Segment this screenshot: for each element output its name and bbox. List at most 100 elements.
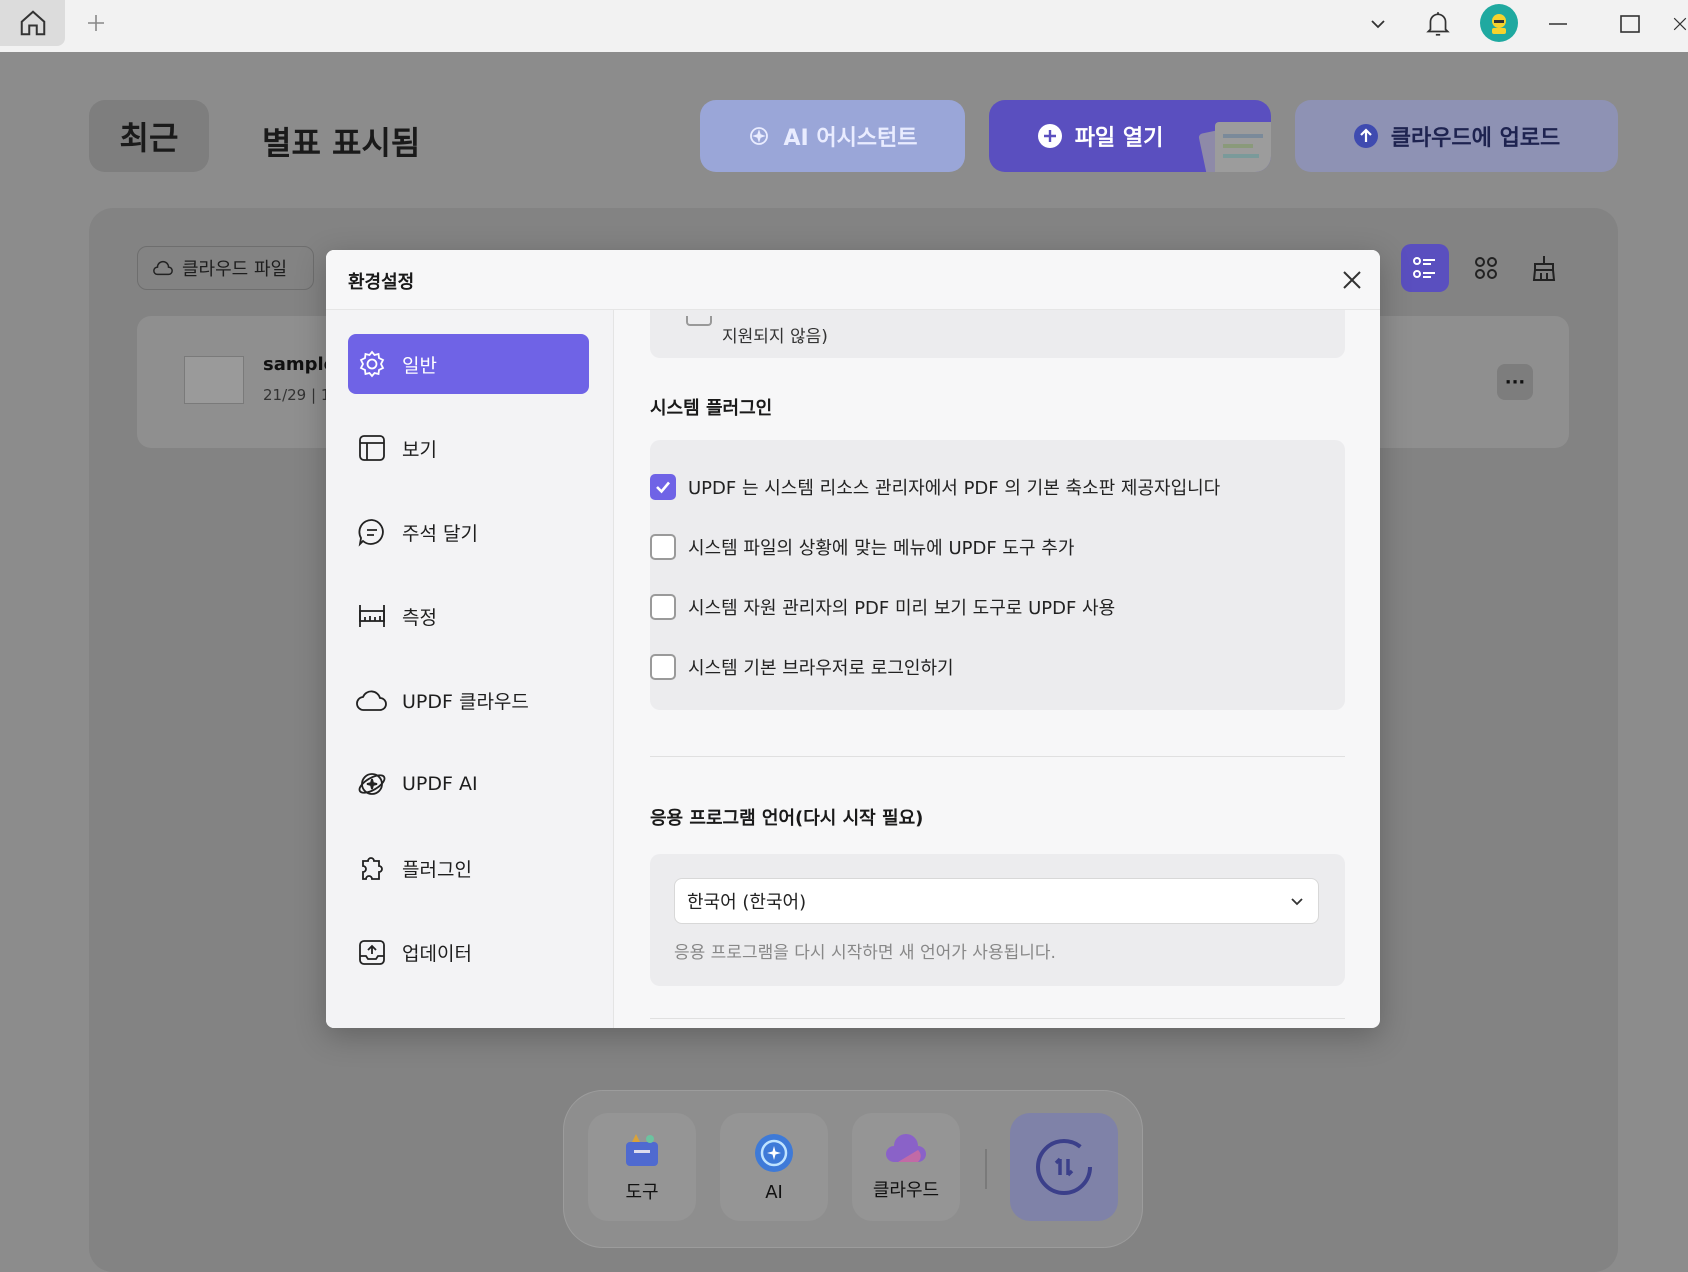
avatar[interactable]: [1480, 4, 1518, 42]
plugin-option-label: 시스템 기본 브라우저로 로그인하기: [688, 658, 954, 679]
preferences-sidebar: 일반 보기 주석 달기 측정 UPDF 클라우드 UPDF AI 플러그인 업데…: [326, 310, 614, 1028]
sidebar-item-updf-cloud[interactable]: UPDF 클라우드: [348, 670, 589, 730]
sidebar-item-label: 일반: [402, 354, 437, 377]
ai-icon: [750, 127, 769, 145]
plugin-option-preview[interactable]: 시스템 자원 관리자의 PDF 미리 보기 도구로 UPDF 사용: [650, 594, 1115, 620]
title-bar: [0, 0, 1688, 52]
dock-tools-button[interactable]: 도구: [588, 1113, 696, 1221]
checkbox-unchecked[interactable]: [650, 654, 676, 680]
dialog-header: 환경설정: [326, 250, 1380, 310]
sidebar-item-label: 플러그인: [402, 858, 472, 881]
section-divider: [650, 1018, 1345, 1019]
grid-view-button[interactable]: [1462, 244, 1510, 292]
plus-icon: [88, 15, 104, 31]
sidebar-item-updater[interactable]: 업데이터: [348, 922, 589, 982]
sidebar-item-label: 측정: [402, 606, 437, 629]
sidebar-item-label: UPDF 클라우드: [402, 690, 529, 713]
checkmark-icon: [656, 481, 670, 494]
dock-cloud-label: 클라우드: [872, 1180, 940, 1201]
dock-ai-button[interactable]: AI: [720, 1113, 828, 1221]
language-section-title: 응용 프로그램 언어(다시 시작 필요): [650, 808, 924, 829]
checkbox-unchecked[interactable]: [650, 534, 676, 560]
upload-cloud-label: 클라우드에 업로드: [1390, 126, 1561, 151]
add-tab-button[interactable]: [84, 9, 108, 37]
cloud-color-icon: [886, 1134, 926, 1162]
sidebar-item-label: 보기: [402, 438, 437, 461]
tabs-dropdown-button[interactable]: [1362, 8, 1394, 40]
gear-icon: [359, 350, 385, 378]
clean-history-button[interactable]: [1520, 244, 1568, 292]
nav-starred-tab[interactable]: 별표 표시됨: [262, 118, 420, 164]
maximize-icon: [1620, 15, 1640, 33]
chevron-down-icon: [1371, 20, 1385, 29]
preferences-dialog: 환경설정 일반 보기 주석 달기 측정 UPDF 클라우드 UPDF AI 플러…: [326, 250, 1380, 1028]
avatar-icon: [1492, 14, 1506, 34]
ruler-icon: [359, 605, 385, 627]
dock-ai-label: AI: [765, 1181, 783, 1203]
language-box: 한국어 (한국어) 응용 프로그램을 다시 시작하면 새 언어가 사용됩니다.: [650, 854, 1345, 986]
sidebar-item-view[interactable]: 보기: [348, 418, 589, 478]
sidebar-item-label: 업데이터: [402, 942, 472, 965]
ai-assistant-label: AI 어시스턴트: [783, 126, 918, 151]
ai-icon: [358, 773, 386, 795]
checkbox-checked[interactable]: [650, 474, 676, 500]
convert-icon: [1036, 1139, 1092, 1195]
comment-icon: [358, 519, 384, 547]
sidebar-item-label: UPDF AI: [402, 773, 478, 795]
more-icon: ···: [1504, 371, 1526, 393]
language-select-value: 한국어 (한국어): [687, 892, 807, 913]
cloud-files-label: 클라우드 파일: [182, 259, 288, 280]
document-stack-icon: [1198, 122, 1271, 172]
bell-icon: [1426, 12, 1450, 36]
sidebar-item-general[interactable]: 일반: [348, 334, 589, 394]
language-hint: 응용 프로그램을 다시 시작하면 새 언어가 사용됩니다.: [674, 943, 1056, 963]
preferences-content: 지원되지 않음) 시스템 플러그인 UPDF 는 시스템 리소스 관리자에서 P…: [614, 310, 1380, 1028]
cloud-icon: [153, 260, 173, 276]
update-icon: [359, 940, 385, 965]
dialog-close-button[interactable]: [1338, 266, 1366, 294]
ai-assistant-button[interactable]: AI 어시스턴트: [700, 100, 965, 172]
home-icon: [20, 10, 45, 36]
dock-cloud-button[interactable]: 클라우드: [852, 1113, 960, 1221]
list-view-button[interactable]: [1401, 244, 1449, 292]
dock-separator: [985, 1149, 987, 1189]
close-icon: [1343, 271, 1361, 289]
sidebar-item-plugins[interactable]: 플러그인: [348, 838, 589, 898]
cut-off-checkbox[interactable]: [686, 316, 712, 326]
plugin-option-browser-login[interactable]: 시스템 기본 브라우저로 로그인하기: [650, 654, 954, 680]
minimize-button[interactable]: [1542, 8, 1574, 40]
sidebar-item-updf-ai[interactable]: UPDF AI: [348, 754, 589, 814]
chevron-down-icon: [1291, 898, 1303, 906]
file-meta: 21/29 | 1: [263, 386, 331, 404]
upload-cloud-button[interactable]: 클라우드에 업로드: [1295, 100, 1618, 172]
close-window-button[interactable]: [1672, 8, 1688, 40]
plugin-option-context-menu[interactable]: 시스템 파일의 상황에 맞는 메뉴에 UPDF 도구 추가: [650, 534, 1074, 560]
close-icon: [1673, 17, 1687, 31]
nav-recent-tab[interactable]: 최근: [89, 100, 209, 172]
dock-convert-button[interactable]: [1010, 1113, 1118, 1221]
toolbox-icon: [626, 1134, 658, 1166]
plugin-option-label: 시스템 자원 관리자의 PDF 미리 보기 도구로 UPDF 사용: [688, 598, 1116, 619]
file-more-button[interactable]: ···: [1497, 364, 1533, 400]
layout-icon: [359, 435, 385, 461]
home-tab[interactable]: [0, 0, 65, 46]
open-file-button[interactable]: 파일 열기: [989, 100, 1271, 172]
grid-icon: [1475, 257, 1497, 279]
sidebar-item-measure[interactable]: 측정: [348, 586, 589, 646]
sidebar-item-comment[interactable]: 주석 달기: [348, 502, 589, 562]
file-name: sample: [263, 354, 336, 375]
language-select[interactable]: 한국어 (한국어): [674, 878, 1319, 924]
bottom-dock: 도구 AI 클라우드: [563, 1090, 1143, 1248]
broom-icon: [1532, 256, 1556, 281]
cloud-icon: [356, 690, 387, 711]
minimize-icon: [1549, 23, 1567, 25]
file-thumbnail: [184, 356, 244, 404]
previous-section-box: 지원되지 않음): [650, 310, 1345, 358]
notifications-button[interactable]: [1422, 8, 1454, 40]
maximize-button[interactable]: [1614, 8, 1646, 40]
plugin-option-thumbnail[interactable]: UPDF 는 시스템 리소스 관리자에서 PDF 의 기본 축소판 제공자입니다: [650, 474, 1220, 500]
dock-tools-label: 도구: [625, 1182, 659, 1203]
section-divider: [650, 756, 1345, 757]
cloud-files-filter[interactable]: 클라우드 파일: [137, 246, 314, 290]
checkbox-unchecked[interactable]: [650, 594, 676, 620]
